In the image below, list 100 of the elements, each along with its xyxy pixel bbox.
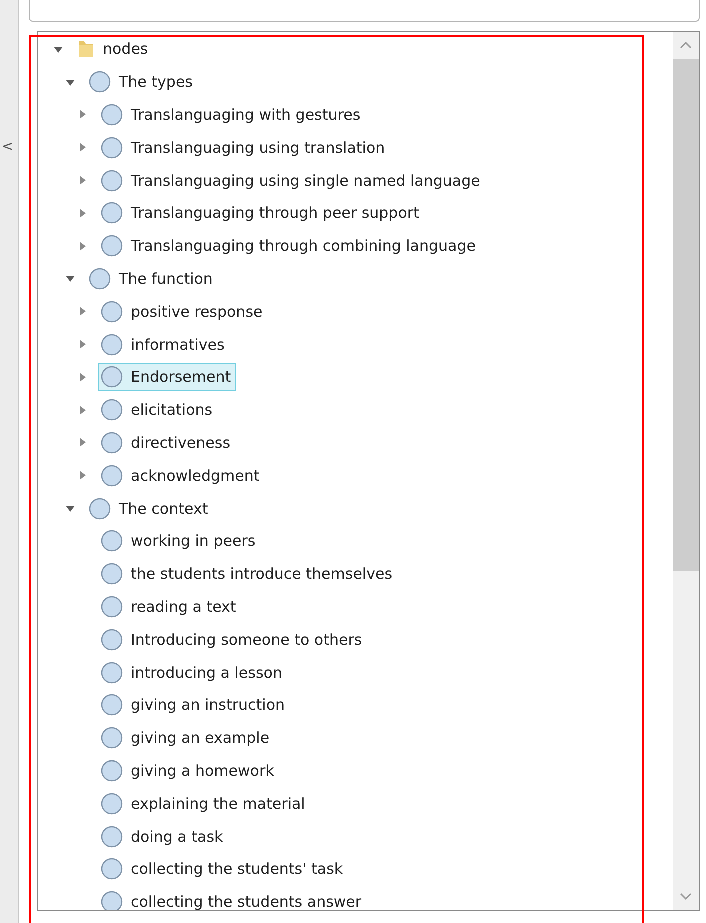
- circle-icon: [101, 530, 123, 552]
- node-label: the students introduce themselves: [131, 565, 393, 584]
- node-label: The function: [119, 270, 213, 288]
- circle-icon: [101, 334, 123, 356]
- expand-arrow-icon[interactable]: [78, 176, 87, 186]
- circle-icon: [101, 628, 123, 651]
- circle-icon: [89, 268, 111, 290]
- circle-icon: [101, 596, 123, 618]
- expand-arrow-icon[interactable]: [66, 274, 75, 284]
- circle-icon: [89, 498, 111, 520]
- expand-arrow-icon[interactable]: [66, 504, 75, 514]
- expand-arrow-icon[interactable]: [78, 208, 87, 218]
- tree-item[interactable]: Translanguaging through peer support: [98, 199, 424, 228]
- node-label: introducing a lesson: [131, 664, 282, 682]
- node-label: positive response: [131, 302, 263, 321]
- tree-item[interactable]: reading a text: [98, 592, 242, 621]
- tree-item[interactable]: Introducing someone to others: [98, 626, 368, 654]
- scrollbar[interactable]: [673, 32, 699, 910]
- expand-arrow-icon[interactable]: [54, 44, 63, 54]
- circle-icon: [101, 760, 123, 782]
- node-label: informatives: [131, 336, 225, 354]
- circle-icon: [101, 432, 123, 454]
- tree-item[interactable]: positive response: [98, 298, 268, 326]
- expand-arrow-icon[interactable]: [78, 438, 87, 448]
- expand-arrow-icon[interactable]: [78, 471, 87, 480]
- node-label: The context: [119, 500, 208, 518]
- circle-icon: [101, 235, 123, 258]
- node-label: giving an instruction: [131, 696, 286, 714]
- tree-item[interactable]: directiveness: [98, 428, 236, 457]
- expand-arrow-icon[interactable]: [78, 340, 87, 350]
- tree-item[interactable]: Endorsement: [98, 363, 236, 392]
- node-label: directiveness: [131, 434, 231, 452]
- chevron-down-icon[interactable]: [680, 893, 692, 900]
- circle-icon: [101, 136, 123, 159]
- node-label: collecting the students answer: [131, 893, 362, 910]
- node-label: Introducing someone to others: [131, 630, 362, 649]
- circle-icon: [101, 366, 123, 388]
- node-label: Translanguaging with gestures: [131, 106, 361, 124]
- expand-arrow-icon[interactable]: [78, 110, 87, 120]
- expand-arrow-icon[interactable]: [78, 372, 87, 382]
- tree-item[interactable]: Translanguaging with gestures: [98, 100, 366, 129]
- node-label: explaining the material: [131, 794, 306, 813]
- tree-item[interactable]: Translanguaging using translation: [98, 134, 390, 162]
- circle-icon: [101, 694, 123, 716]
- node-label: Translanguaging using translation: [131, 138, 386, 157]
- tree-item[interactable]: acknowledgment: [98, 462, 265, 490]
- circle-icon: [101, 300, 123, 323]
- node-label: Endorsement: [131, 368, 232, 386]
- node-label: Translanguaging through combining language: [131, 237, 476, 256]
- tree-item[interactable]: collecting the students' task: [98, 855, 348, 884]
- circle-icon: [101, 104, 123, 126]
- tree-item[interactable]: giving a homework: [98, 756, 280, 785]
- tree-item[interactable]: elicitations: [98, 396, 218, 424]
- circle-icon: [101, 399, 123, 422]
- circle-icon: [101, 464, 123, 487]
- node-label: giving an example: [131, 729, 270, 748]
- circle-icon: [101, 202, 123, 224]
- tree-item[interactable]: The context: [86, 494, 214, 523]
- tree-item[interactable]: Translanguaging through combining language: [98, 232, 481, 260]
- circle-icon: [101, 662, 123, 684]
- expand-arrow-icon[interactable]: [78, 307, 87, 316]
- tree-item[interactable]: the students introduce themselves: [98, 560, 398, 588]
- tree-item[interactable]: doing a task: [98, 822, 228, 851]
- circle-icon: [89, 71, 111, 94]
- tree-item[interactable]: nodes: [74, 36, 154, 62]
- expand-arrow-icon[interactable]: [66, 78, 75, 87]
- node-label: giving a homework: [131, 762, 274, 780]
- tree-item[interactable]: The function: [86, 264, 218, 293]
- node-label: elicitations: [131, 401, 213, 420]
- circle-icon: [101, 170, 123, 192]
- node-label: acknowledgment: [131, 466, 260, 485]
- node-label: working in peers: [131, 532, 256, 550]
- expand-arrow-icon[interactable]: [78, 143, 87, 152]
- node-label: doing a task: [131, 828, 224, 846]
- expand-arrow-icon[interactable]: [78, 242, 87, 251]
- tree-item[interactable]: Translanguaging using single named language: [98, 166, 486, 195]
- tree-item[interactable]: The types: [86, 68, 198, 96]
- node-label: The types: [119, 73, 193, 92]
- tree-item[interactable]: explaining the material: [98, 790, 310, 818]
- tree-item[interactable]: introducing a lesson: [98, 658, 288, 687]
- circle-icon: [101, 858, 123, 880]
- tree-item[interactable]: collecting the students answer: [98, 888, 367, 910]
- scrollbar-thumb[interactable]: [673, 59, 699, 571]
- expand-arrow-icon[interactable]: [78, 406, 87, 415]
- circle-icon: [101, 826, 123, 848]
- folder-icon: [77, 39, 95, 60]
- circle-icon: [101, 792, 123, 815]
- node-label: Translanguaging through peer support: [131, 204, 420, 222]
- node-label: collecting the students' task: [131, 860, 344, 878]
- tree-item[interactable]: working in peers: [98, 527, 261, 556]
- circle-icon: [101, 563, 123, 586]
- tree-item[interactable]: giving an example: [98, 724, 275, 752]
- circle-icon: [101, 727, 123, 750]
- tree-item[interactable]: giving an instruction: [98, 691, 290, 720]
- node-label: reading a text: [131, 598, 236, 616]
- chevron-up-icon[interactable]: [680, 42, 692, 49]
- node-label: nodes: [103, 40, 148, 58]
- tree-item[interactable]: informatives: [98, 330, 230, 359]
- node-label: Translanguaging using single named language: [131, 172, 480, 190]
- collapse-toggle[interactable]: <: [0, 138, 14, 156]
